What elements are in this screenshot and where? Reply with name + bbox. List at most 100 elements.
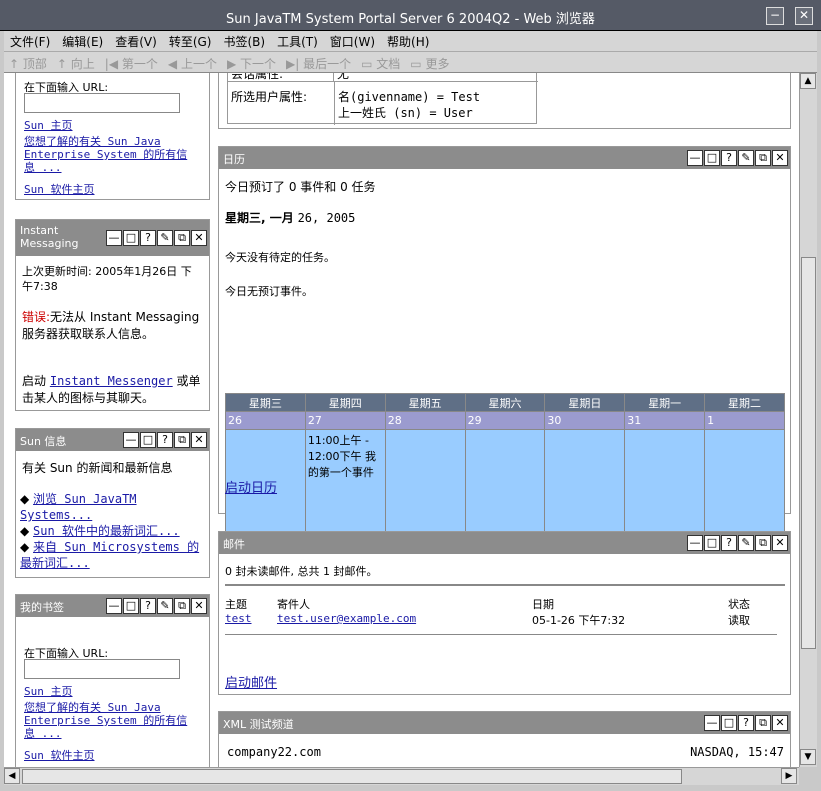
- minimize-icon[interactable]: —: [687, 535, 703, 551]
- event-item[interactable]: 11:00上午 - 12:00下午 我的第一个事件: [308, 434, 376, 479]
- date-cell[interactable]: 30: [544, 411, 626, 430]
- vertical-scrollbar[interactable]: ▲ ▼: [799, 73, 817, 767]
- help-icon[interactable]: ?: [140, 230, 156, 246]
- link-sun-java-es[interactable]: 您想了解的有关 Sun Java Enterprise System 的所有信息…: [24, 135, 196, 174]
- maximize-icon[interactable]: □: [123, 598, 139, 614]
- scroll-down-icon[interactable]: ▼: [800, 749, 816, 765]
- detach-icon[interactable]: ⧉: [174, 432, 190, 448]
- link-sun-java-es[interactable]: 您想了解的有关 Sun Java Enterprise System 的所有信息…: [24, 701, 196, 740]
- edit-icon[interactable]: ✎: [157, 230, 173, 246]
- detach-icon[interactable]: ⧉: [755, 150, 771, 166]
- news-link-3[interactable]: 来自 Sun Microsystems 的最新词汇...: [20, 540, 199, 570]
- link-sun-software[interactable]: Sun 软件主页: [24, 747, 95, 763]
- minimize-icon[interactable]: —: [123, 432, 139, 448]
- instant-messenger-link[interactable]: Instant Messenger: [50, 374, 173, 388]
- close-icon[interactable]: ✕: [191, 432, 207, 448]
- nav-next[interactable]: ▶ 下一个: [222, 52, 281, 75]
- detach-icon[interactable]: ⧉: [174, 598, 190, 614]
- edit-icon[interactable]: ✎: [738, 150, 754, 166]
- launch-calendar-link[interactable]: 启动日历: [225, 477, 277, 496]
- close-icon[interactable]: ✕: [772, 150, 788, 166]
- menu-go[interactable]: 转至(G): [163, 31, 218, 52]
- day-cell: [544, 429, 626, 533]
- help-icon[interactable]: ?: [157, 432, 173, 448]
- date-cell[interactable]: 27: [304, 411, 386, 430]
- maximize-icon[interactable]: □: [704, 535, 720, 551]
- detach-icon[interactable]: ⧉: [755, 535, 771, 551]
- menu-bookmarks[interactable]: 书签(B): [217, 31, 271, 52]
- nav-up[interactable]: ↑ 向上: [52, 52, 100, 75]
- nav-first[interactable]: |◀ 第一个: [100, 52, 163, 75]
- link-sun-home[interactable]: Sun 主页: [24, 683, 73, 699]
- launch-mail-link[interactable]: 启动邮件: [225, 672, 277, 691]
- minimize-icon[interactable]: —: [106, 598, 122, 614]
- session-attr-label: 会话属性:: [228, 73, 334, 82]
- maximize-icon[interactable]: □: [123, 230, 139, 246]
- menu-file[interactable]: 文件(F): [4, 31, 56, 52]
- my-bookmarks-title: 我的书签: [20, 601, 64, 614]
- maximize-icon[interactable]: □: [140, 432, 156, 448]
- date-cell[interactable]: 29: [464, 411, 546, 430]
- scroll-thumb[interactable]: [22, 769, 682, 784]
- date-cell[interactable]: 31: [624, 411, 706, 430]
- news-link-1[interactable]: 浏览 Sun JavaTM Systems...: [20, 492, 137, 522]
- menu-tools[interactable]: 工具(T): [271, 31, 324, 52]
- maximize-icon[interactable]: □: [704, 150, 720, 166]
- edit-icon[interactable]: ✎: [738, 535, 754, 551]
- menu-help[interactable]: 帮助(H): [381, 31, 435, 52]
- help-icon[interactable]: ?: [721, 535, 737, 551]
- edit-icon[interactable]: ✎: [157, 598, 173, 614]
- url-input[interactable]: [24, 93, 180, 113]
- date-cell[interactable]: 26: [225, 411, 306, 430]
- page-content: 在下面输入 URL: Sun 主页 您想了解的有关 Sun Java Enter…: [4, 73, 799, 767]
- mail-sender-link[interactable]: test.user@example.com: [277, 612, 416, 625]
- detach-icon[interactable]: ⧉: [174, 230, 190, 246]
- close-icon[interactable]: ✕: [191, 230, 207, 246]
- horizontal-scrollbar[interactable]: ◀ ▶: [4, 767, 799, 785]
- date-cell[interactable]: 28: [384, 411, 466, 430]
- nav-docs[interactable]: ▭ 文档: [356, 52, 405, 75]
- date-cell[interactable]: 1: [704, 411, 785, 430]
- menu-window[interactable]: 窗口(W): [324, 31, 381, 52]
- xml-market: NASDAQ, 15:47: [690, 745, 784, 759]
- menu-view[interactable]: 查看(V): [109, 31, 163, 52]
- menu-edit[interactable]: 编辑(E): [56, 31, 109, 52]
- maximize-icon[interactable]: □: [721, 715, 737, 731]
- close-icon[interactable]: ✕: [772, 715, 788, 731]
- mail-panel: 邮件 — □? ✎ ⧉ ✕ 0 封未读邮件, 总共 1 封邮件。 主题 寄件人 日期 状…: [218, 531, 791, 695]
- help-icon[interactable]: ?: [721, 150, 737, 166]
- nav-top[interactable]: ↑ 顶部: [4, 52, 52, 75]
- calendar-title: 日历: [223, 153, 245, 166]
- link-sun-software[interactable]: Sun 软件主页: [24, 181, 95, 197]
- menu-bar: 文件(F) 编辑(E) 查看(V) 转至(G) 书签(B) 工具(T) 窗口(W) 帮助(H): [4, 31, 817, 52]
- help-icon[interactable]: ?: [738, 715, 754, 731]
- link-sun-home[interactable]: Sun 主页: [24, 117, 73, 133]
- scroll-up-icon[interactable]: ▲: [800, 73, 816, 89]
- nav-last[interactable]: ▶| 最后一个: [281, 52, 356, 75]
- my-bookmarks-header: 我的书签 — □? ✎ ⧉ ✕: [16, 595, 209, 617]
- im-updated: 上次更新时间: 2005年1月26日 下午7:38: [22, 265, 192, 293]
- help-icon[interactable]: ?: [140, 598, 156, 614]
- day-header: 星期一: [624, 393, 706, 412]
- close-window-button[interactable]: ✕: [795, 7, 813, 25]
- scroll-right-icon[interactable]: ▶: [781, 768, 797, 784]
- sun-info-panel: Sun 信息 — □? ⧉ ✕ 有关 Sun 的新闻和最新信息 ◆ 浏览 Sun Ja…: [15, 428, 210, 578]
- nav-more[interactable]: ▭ 更多: [405, 52, 454, 75]
- date-rest: 26, 2005: [297, 211, 356, 225]
- scroll-thumb[interactable]: [801, 257, 816, 649]
- close-icon[interactable]: ✕: [772, 535, 788, 551]
- detach-icon[interactable]: ⧉: [755, 715, 771, 731]
- minimize-icon[interactable]: —: [106, 230, 122, 246]
- close-icon[interactable]: ✕: [191, 598, 207, 614]
- mail-subject-link[interactable]: test: [225, 612, 252, 625]
- minimize-icon[interactable]: —: [704, 715, 720, 731]
- scroll-left-icon[interactable]: ◀: [4, 768, 20, 784]
- attr-givenname: 名(givenname) = Test: [338, 90, 481, 104]
- xml-title: XML 测试频道: [223, 718, 294, 731]
- url-input[interactable]: [24, 659, 180, 679]
- minimize-button[interactable]: −: [766, 7, 784, 25]
- calendar-week-table: 星期三 星期四 星期五 星期六 星期日 星期一 星期二 26 27 28 29 30 31 1 11:0…: [225, 393, 785, 533]
- nav-prev[interactable]: ◀ 上一个: [163, 52, 222, 75]
- news-link-2[interactable]: Sun 软件中的最新词汇...: [33, 524, 180, 538]
- minimize-icon[interactable]: —: [687, 150, 703, 166]
